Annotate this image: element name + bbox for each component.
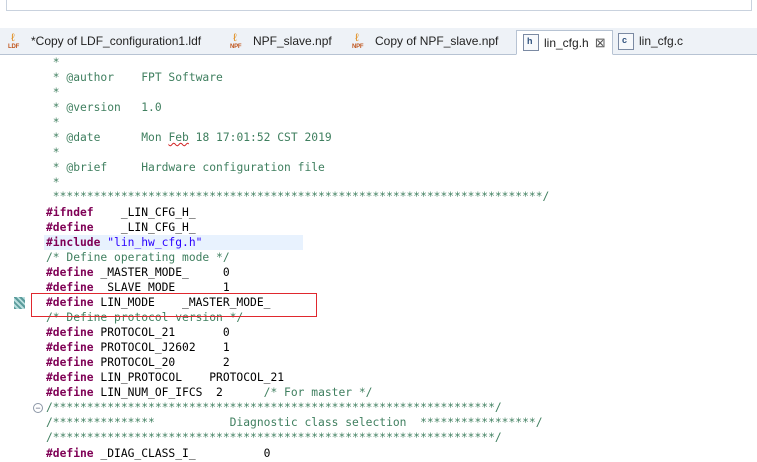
tab-npf-slave[interactable]: ℓ NPF NPF_slave.npf xyxy=(230,30,332,52)
code-editor[interactable]: − * * @author FPT Software * * @version … xyxy=(0,55,757,462)
code-line: /***************************************… xyxy=(46,401,502,414)
tab-lin-cfg-c[interactable]: c lin_cfg.c xyxy=(618,30,683,52)
editor-ruler xyxy=(0,55,28,462)
code-line: * @date Mon Feb 18 17:01:52 CST 2019 xyxy=(46,131,332,144)
code-line: #define LIN_PROTOCOL PROTOCOL_21 xyxy=(46,371,285,384)
top-panel xyxy=(0,0,757,29)
tab-label: *Copy of LDF_configuration1.ldf xyxy=(31,34,202,48)
code-line: * xyxy=(46,146,60,159)
tab-label: Copy of NPF_slave.npf xyxy=(375,34,499,48)
code-line: * xyxy=(46,176,60,189)
search-result-marker-icon xyxy=(14,297,25,309)
code-line: /***************************************… xyxy=(46,431,502,444)
highlight-box xyxy=(31,293,317,317)
code-line: * xyxy=(46,56,60,69)
code-line: #define PROTOCOL_21 0 xyxy=(46,326,230,339)
tab-copy-of-npf-slave[interactable]: ℓ NPF Copy of NPF_slave.npf xyxy=(352,30,498,52)
npf-file-icon: ℓ NPF xyxy=(230,32,242,51)
code-line: /*************** Diagnostic class select… xyxy=(46,416,543,429)
c-source-file-icon: c xyxy=(618,32,634,50)
spelling-warning: Feb xyxy=(168,131,189,144)
npf-file-icon: ℓ NPF xyxy=(352,32,364,51)
code-line: * @author FPT Software xyxy=(46,71,223,84)
code-line: #define PROTOCOL_J2602 1 xyxy=(46,341,230,354)
code-line: /* Define operating mode */ xyxy=(46,251,230,264)
code-line: #define _MASTER_MODE_ 0 xyxy=(46,266,230,279)
tab-lin-cfg-h[interactable]: h lin_cfg.h ⊠ xyxy=(516,30,613,55)
fold-collapse-icon[interactable]: − xyxy=(33,403,43,413)
tab-copy-of-ldf-configuration1[interactable]: ℓ LDF *Copy of LDF_configuration1.ldf xyxy=(8,30,201,52)
top-panel-frame xyxy=(6,0,752,11)
close-tab-icon[interactable]: ⊠ xyxy=(595,35,606,51)
code-line: #define _DIAG_CLASS_I_ 0 xyxy=(46,447,271,460)
code-line: #define _LIN_CFG_H_ xyxy=(46,221,196,234)
header-file-icon: h xyxy=(523,34,539,51)
code-line-current: #include "lin_hw_cfg.h" xyxy=(44,235,303,250)
code-line: #define LIN_NUM_OF_IFCS 2 /* For master … xyxy=(46,386,373,399)
code-line: * xyxy=(46,86,60,99)
code-line: * xyxy=(46,116,60,129)
code-line: ****************************************… xyxy=(46,190,550,203)
code-line: #ifndef _LIN_CFG_H_ xyxy=(46,206,196,219)
tab-label: lin_cfg.c xyxy=(639,34,684,48)
tab-label: lin_cfg.h xyxy=(544,35,589,50)
editor-tab-bar: ℓ LDF *Copy of LDF_configuration1.ldf ℓ NP… xyxy=(0,28,757,55)
code-line: * @brief Hardware configuration file xyxy=(46,161,325,174)
tab-label: NPF_slave.npf xyxy=(253,34,332,48)
ldf-file-icon: ℓ LDF xyxy=(8,32,20,51)
code-line: * @version 1.0 xyxy=(46,101,162,114)
code-line: #define PROTOCOL_20 2 xyxy=(46,356,230,369)
